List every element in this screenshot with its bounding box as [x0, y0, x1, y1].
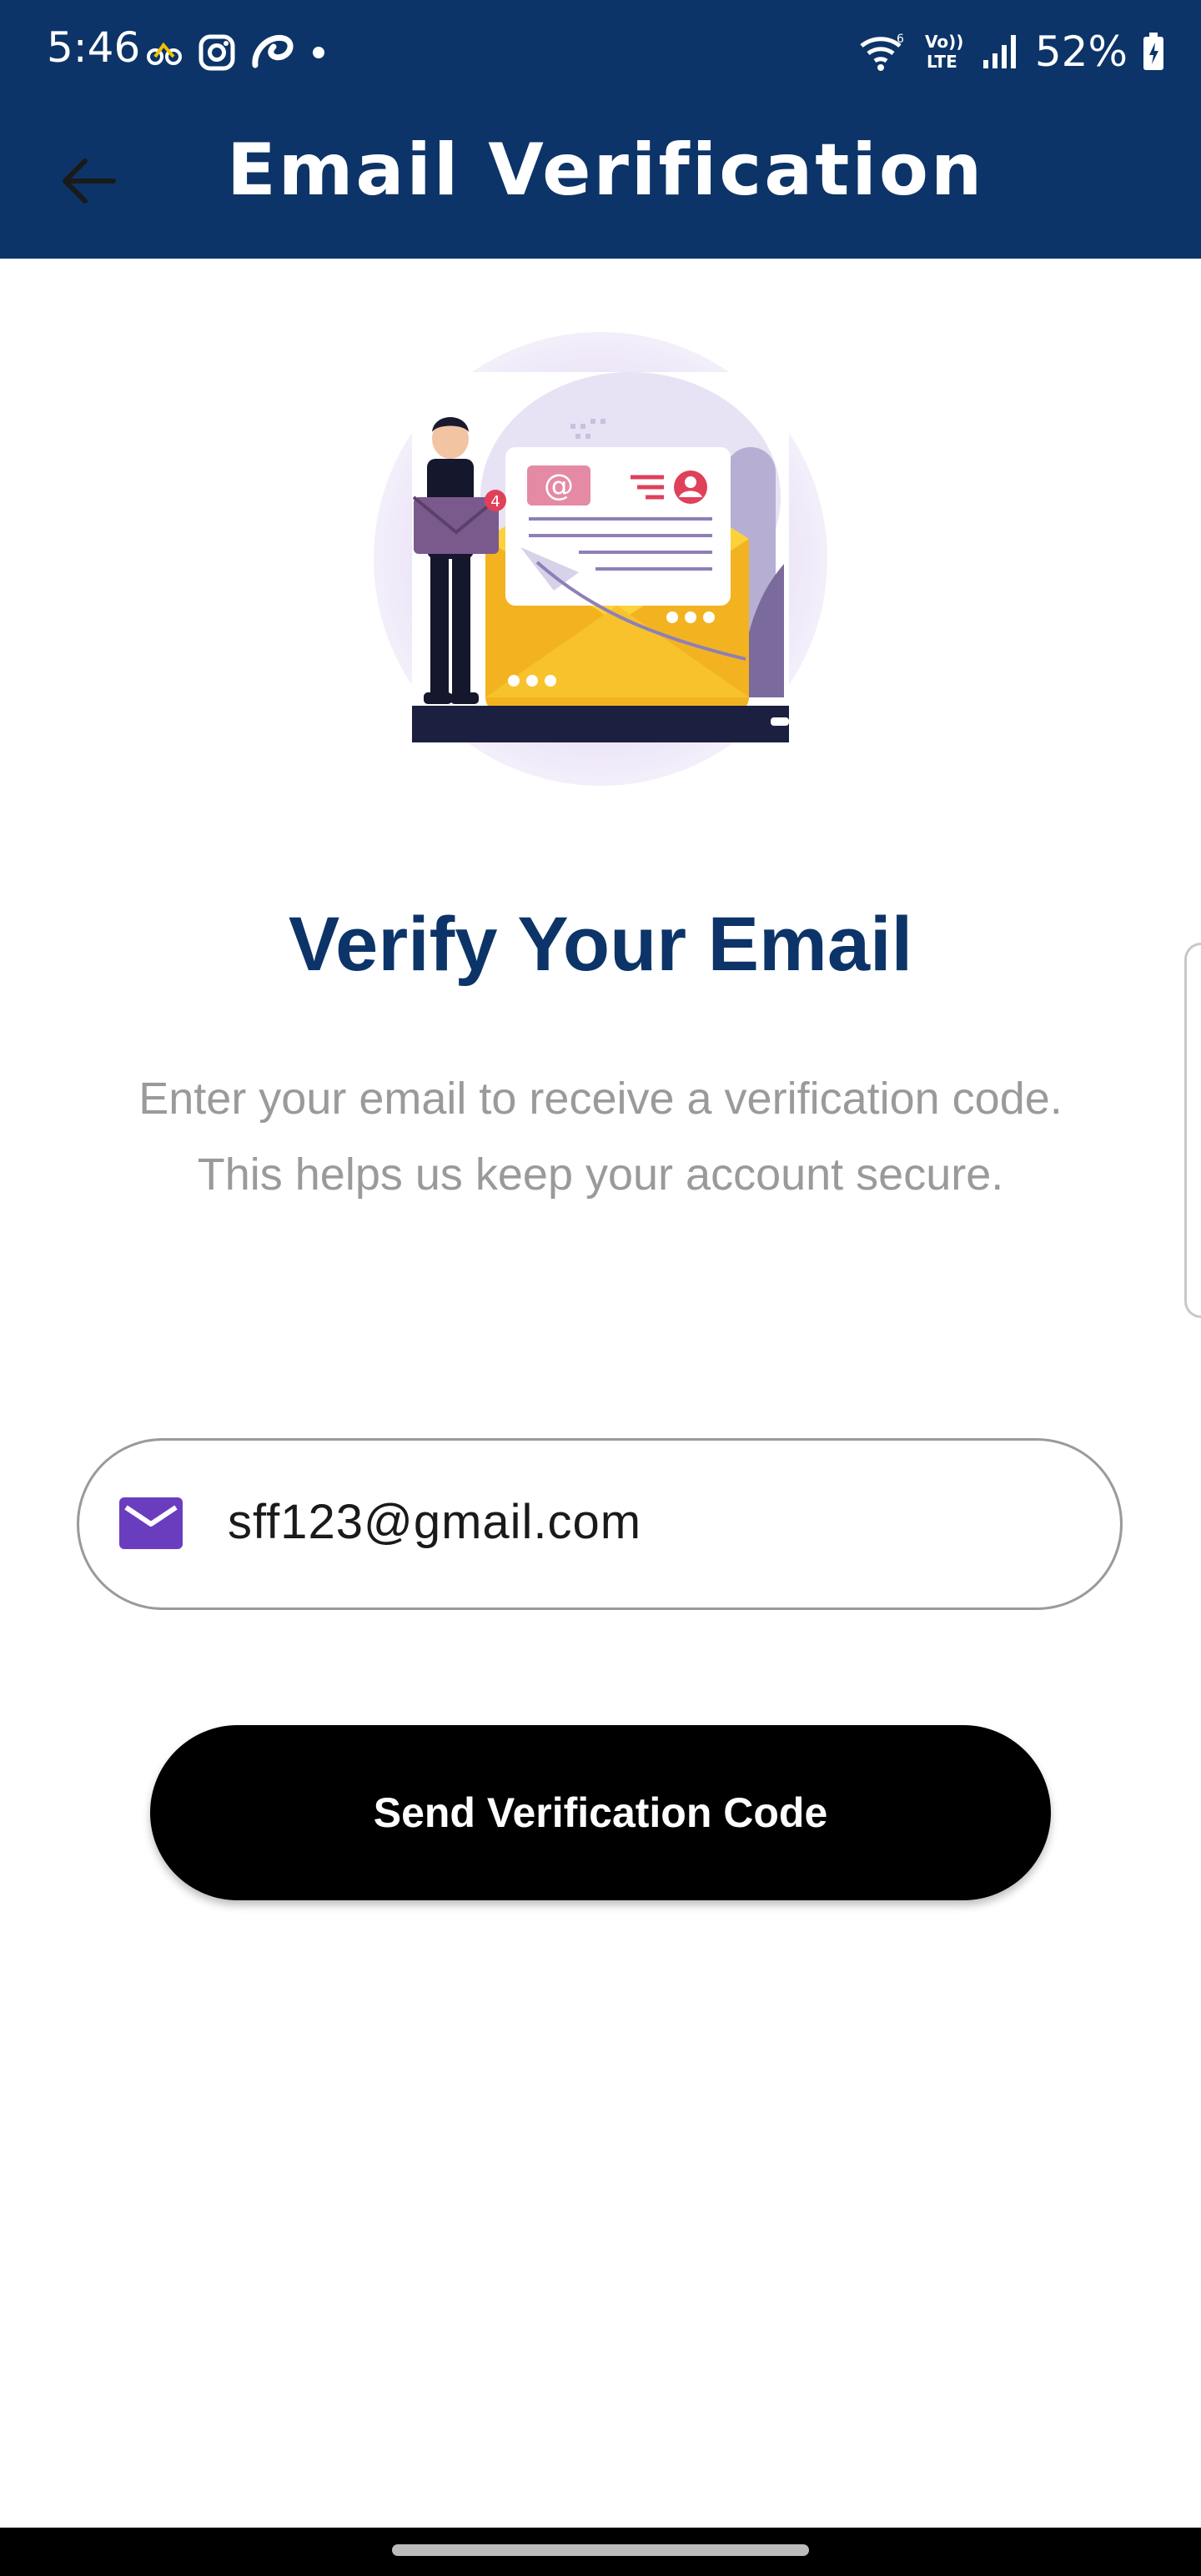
dot-icon [313, 47, 324, 58]
illustration-at-symbol: @ [544, 469, 574, 503]
airtel-icon [252, 34, 294, 68]
send-verification-code-button[interactable]: Send Verification Code [150, 1725, 1051, 1900]
svg-text:6: 6 [897, 33, 904, 46]
app-bar: Email Verification [0, 103, 1201, 259]
status-bar: 5:46 6 Vo)) LTE 52% [0, 0, 1201, 103]
home-indicator[interactable] [392, 2544, 809, 2556]
mail-icon [119, 1497, 183, 1549]
status-icons-right: 6 Vo)) LTE 52% [858, 25, 1164, 78]
status-time: 5:46 [47, 23, 141, 72]
edge-panel-handle[interactable] [1184, 943, 1201, 1318]
battery-percent: 52% [1034, 28, 1128, 76]
illustration-badge-count: 4 [490, 493, 500, 511]
notification-icon [147, 42, 182, 65]
status-icons-left [147, 32, 327, 73]
instagram-icon [198, 34, 235, 71]
back-button[interactable] [50, 142, 128, 220]
verify-description: Enter your email to receive a verificati… [138, 1074, 1063, 1200]
wifi-icon: 6 [860, 33, 904, 71]
verify-heading: Verify Your Email [288, 902, 913, 987]
battery-icon [1143, 33, 1163, 70]
email-input-value[interactable]: sff123@gmail.com [228, 1494, 641, 1550]
arrow-left-icon [63, 158, 116, 204]
page-title: Email Verification [227, 128, 985, 212]
svg-text:Vo)): Vo)) [925, 32, 963, 52]
svg-text:LTE: LTE [927, 52, 957, 72]
email-field[interactable]: sff123@gmail.com [77, 1438, 1123, 1610]
signal-icon [982, 35, 1016, 68]
volte-icon: Vo)) LTE [925, 32, 963, 72]
email-verification-illustration: @ 4 [412, 372, 789, 742]
